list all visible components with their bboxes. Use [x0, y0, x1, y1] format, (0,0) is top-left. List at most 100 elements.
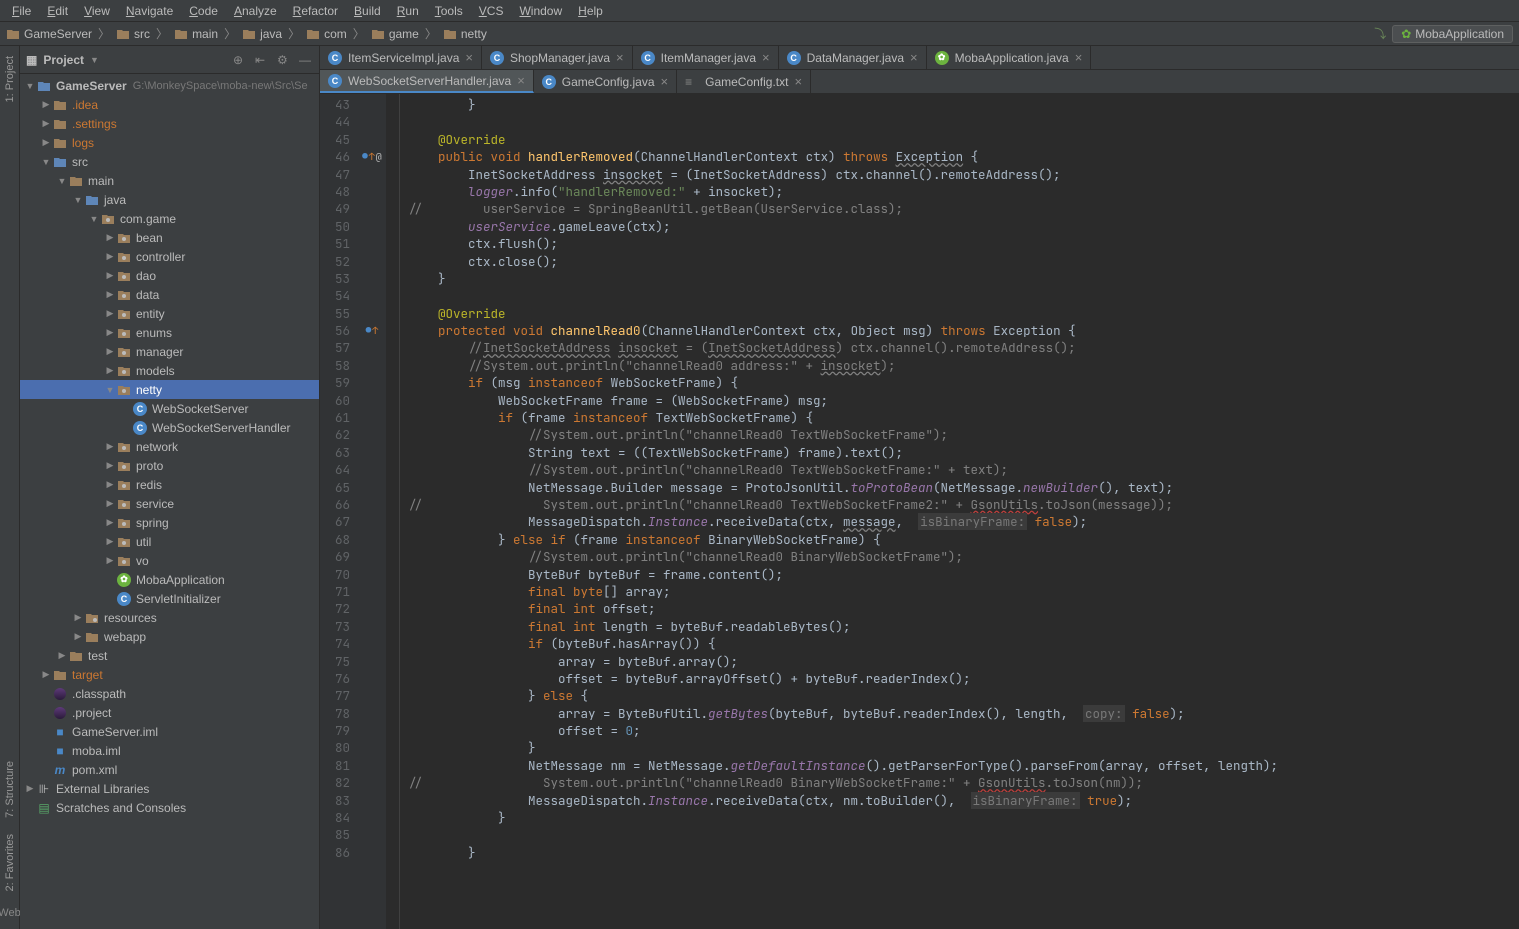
tree-arrow-icon[interactable]: ▶	[104, 346, 116, 358]
tree-node[interactable]: ■GameServer.iml	[20, 722, 319, 741]
tree-arrow-icon[interactable]: ▶	[104, 517, 116, 529]
tree-arrow-icon[interactable]	[120, 403, 132, 415]
close-icon[interactable]: ×	[616, 50, 624, 65]
breadcrumb-item[interactable]: main	[174, 27, 218, 41]
tree-node[interactable]: ▶bean	[20, 228, 319, 247]
tree-node[interactable]: ▶util	[20, 532, 319, 551]
hide-icon[interactable]: —	[299, 53, 313, 67]
close-icon[interactable]: ×	[661, 74, 669, 89]
tree-arrow-icon[interactable]: ▶	[104, 536, 116, 548]
gear-icon[interactable]: ⚙	[277, 53, 291, 67]
tree-node[interactable]: ▼netty	[20, 380, 319, 399]
override-marker-icon[interactable]: ●	[366, 322, 371, 339]
project-tree[interactable]: ▼GameServerG:\MonkeySpace\moba-new\Src\S…	[20, 74, 319, 929]
editor-tab[interactable]: CShopManager.java×	[482, 46, 633, 69]
tree-node[interactable]: ▼GameServerG:\MonkeySpace\moba-new\Src\S…	[20, 76, 319, 95]
tree-arrow-icon[interactable]: ▶	[24, 783, 36, 795]
tree-arrow-icon[interactable]	[24, 802, 36, 814]
tree-node[interactable]: ▶resources	[20, 608, 319, 627]
tree-arrow-icon[interactable]: ▼	[104, 384, 116, 396]
tree-arrow-icon[interactable]: ▶	[104, 232, 116, 244]
tree-arrow-icon[interactable]: ▶	[104, 251, 116, 263]
tree-node[interactable]: mpom.xml	[20, 760, 319, 779]
menu-analyze[interactable]: Analyze	[226, 2, 285, 20]
breadcrumb-item[interactable]: src	[116, 27, 150, 41]
tree-arrow-icon[interactable]: ▶	[40, 669, 52, 681]
collapse-all-icon[interactable]: ⇤	[255, 53, 269, 67]
tree-node[interactable]: ▶enums	[20, 323, 319, 342]
menu-run[interactable]: Run	[389, 2, 427, 20]
tree-node[interactable]: ▶redis	[20, 475, 319, 494]
toolwindow-tab-favorites[interactable]: 2: Favorites	[2, 828, 18, 897]
editor-tab[interactable]: CGameConfig.java×	[534, 70, 677, 93]
tree-node[interactable]: CWebSocketServerHandler	[20, 418, 319, 437]
toolwindow-tab-project[interactable]: 1: Project	[2, 50, 18, 108]
close-icon[interactable]: ×	[762, 50, 770, 65]
tree-node[interactable]: ▶data	[20, 285, 319, 304]
tree-node[interactable]: ▼java	[20, 190, 319, 209]
tree-node[interactable]: ▼com.game	[20, 209, 319, 228]
override-marker-icon[interactable]: ●	[362, 148, 367, 165]
breadcrumb-item[interactable]: game	[371, 27, 419, 41]
menu-tools[interactable]: Tools	[427, 2, 471, 20]
tree-node[interactable]: ▤Scratches and Consoles	[20, 798, 319, 817]
tree-node[interactable]: CWebSocketServer	[20, 399, 319, 418]
tree-node[interactable]: ▼main	[20, 171, 319, 190]
tree-arrow-icon[interactable]: ▼	[56, 175, 68, 187]
close-icon[interactable]: ×	[794, 74, 802, 89]
tree-arrow-icon[interactable]: ▼	[72, 194, 84, 206]
tree-arrow-icon[interactable]: ▼	[88, 213, 100, 225]
build-icon[interactable]: ⤵	[1374, 25, 1386, 42]
code-content[interactable]: } @Override public void handlerRemoved(C…	[400, 94, 1519, 929]
toolwindow-tab-structure[interactable]: 7: Structure	[2, 755, 18, 824]
tree-node[interactable]: ▶proto	[20, 456, 319, 475]
tree-arrow-icon[interactable]: ▶	[72, 612, 84, 624]
tree-arrow-icon[interactable]: ▶	[104, 498, 116, 510]
editor-tab[interactable]: CItemServiceImpl.java×	[320, 46, 482, 69]
tree-arrow-icon[interactable]: ▶	[104, 308, 116, 320]
tree-arrow-icon[interactable]	[40, 707, 52, 719]
scroll-from-source-icon[interactable]: ⊕	[233, 53, 247, 67]
breadcrumb-item[interactable]: GameServer	[6, 27, 92, 41]
tree-node[interactable]: ▶spring	[20, 513, 319, 532]
tree-arrow-icon[interactable]	[120, 422, 132, 434]
tree-node[interactable]: ▶controller	[20, 247, 319, 266]
editor-tab[interactable]: CWebSocketServerHandler.java×	[320, 70, 534, 93]
tree-arrow-icon[interactable]: ▼	[24, 80, 36, 92]
tree-arrow-icon[interactable]: ▶	[104, 460, 116, 472]
close-icon[interactable]: ×	[517, 73, 525, 88]
code-editor[interactable]: 4344454647484950515253545556575859606162…	[320, 94, 1519, 929]
menu-edit[interactable]: Edit	[39, 2, 76, 20]
tree-arrow-icon[interactable]	[40, 688, 52, 700]
tree-arrow-icon[interactable]: ▶	[56, 650, 68, 662]
tree-node[interactable]: ▶vo	[20, 551, 319, 570]
tree-node[interactable]: ▶logs	[20, 133, 319, 152]
tree-node[interactable]: CServletInitializer	[20, 589, 319, 608]
tree-arrow-icon[interactable]: ▶	[104, 289, 116, 301]
tree-arrow-icon[interactable]	[104, 593, 116, 605]
tree-arrow-icon[interactable]	[40, 726, 52, 738]
tree-arrow-icon[interactable]: ▶	[72, 631, 84, 643]
run-config-selector[interactable]: ✿ MobaApplication	[1392, 25, 1513, 43]
tree-node[interactable]: ▶.idea	[20, 95, 319, 114]
close-icon[interactable]: ×	[910, 50, 918, 65]
tree-arrow-icon[interactable]	[40, 745, 52, 757]
tree-arrow-icon[interactable]: ▶	[40, 137, 52, 149]
tree-arrow-icon[interactable]	[40, 764, 52, 776]
menu-view[interactable]: View	[76, 2, 118, 20]
tree-node[interactable]: ▶webapp	[20, 627, 319, 646]
tree-arrow-icon[interactable]: ▶	[104, 555, 116, 567]
breadcrumb-item[interactable]: java	[242, 27, 282, 41]
menu-refactor[interactable]: Refactor	[285, 2, 346, 20]
editor-tab[interactable]: CItemManager.java×	[633, 46, 779, 69]
tree-node[interactable]: ▶.settings	[20, 114, 319, 133]
menu-vcs[interactable]: VCS	[471, 2, 512, 20]
breadcrumb-item[interactable]: netty	[443, 27, 487, 41]
tree-node[interactable]: ▶network	[20, 437, 319, 456]
menu-code[interactable]: Code	[181, 2, 226, 20]
tree-arrow-icon[interactable]: ▶	[104, 327, 116, 339]
tree-arrow-icon[interactable]: ▶	[104, 365, 116, 377]
breadcrumb-item[interactable]: com	[306, 27, 347, 41]
tree-arrow-icon[interactable]: ▶	[104, 441, 116, 453]
tree-node[interactable]: ✿MobaApplication	[20, 570, 319, 589]
